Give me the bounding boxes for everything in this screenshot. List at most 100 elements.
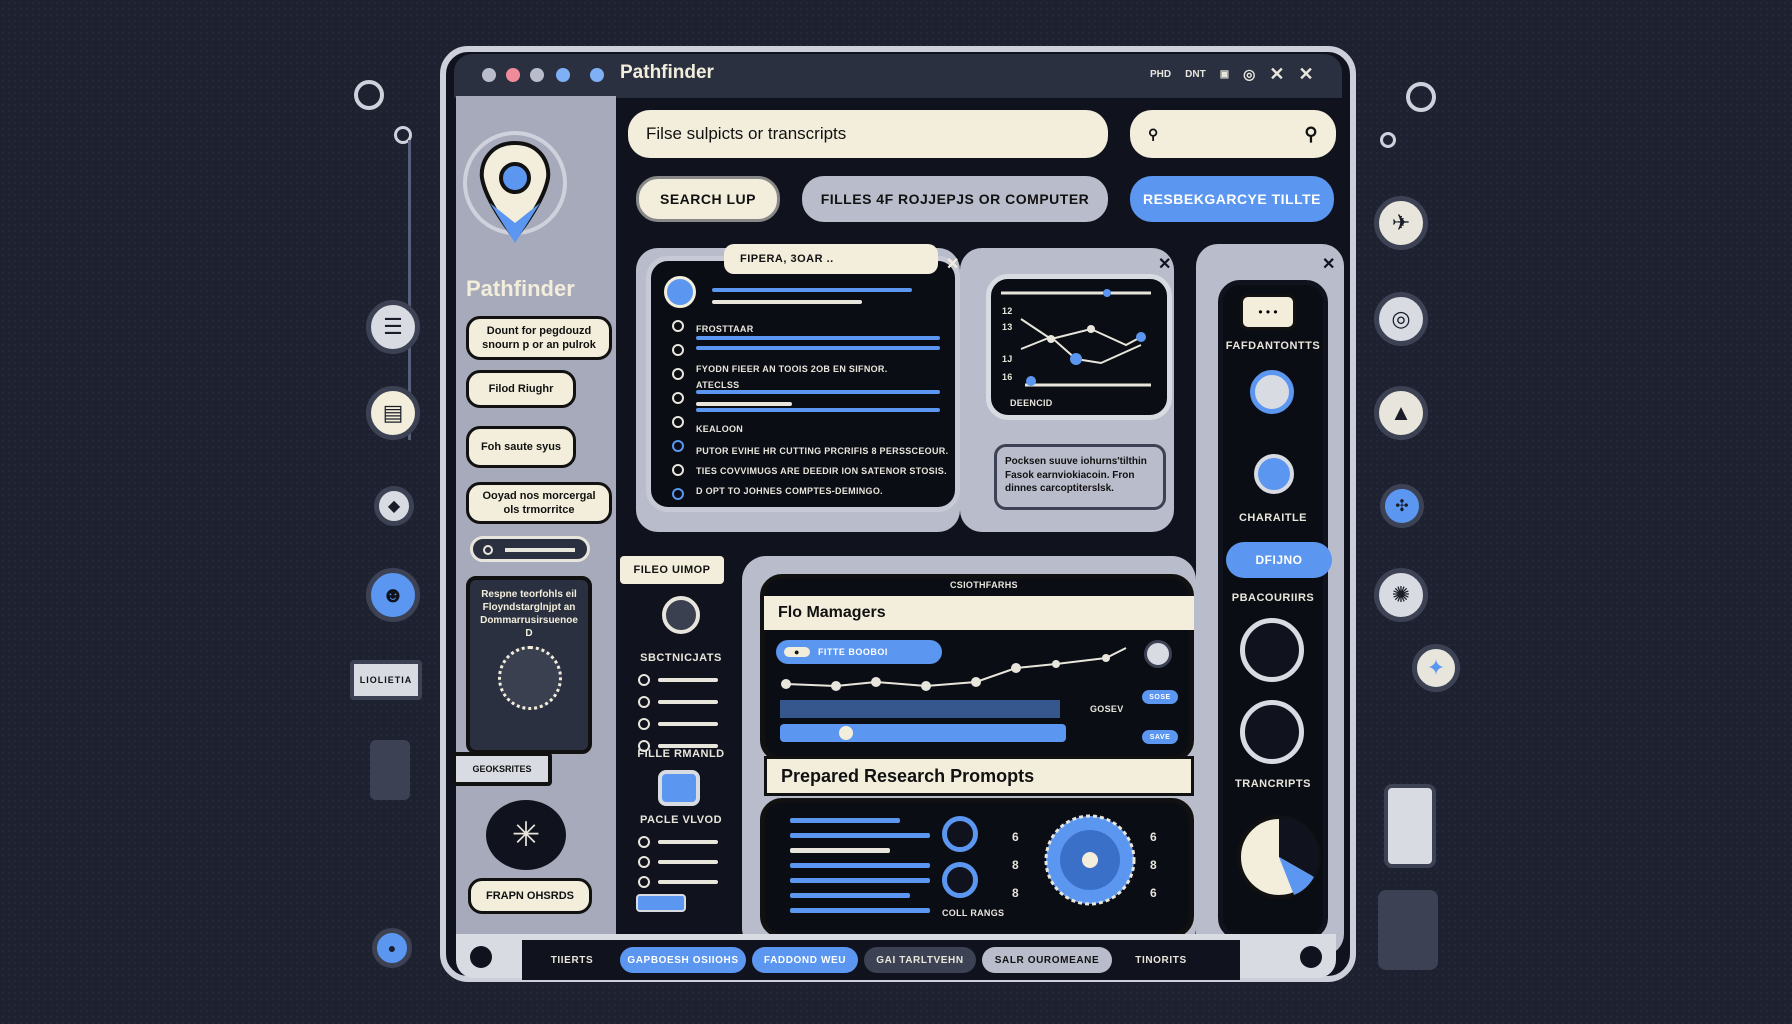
radio-button[interactable] [672, 392, 684, 404]
sidebar-bubble[interactable]: Dount for pegdouzd snourn p or an pulrok [466, 316, 612, 360]
bottom-icon[interactable] [1300, 946, 1322, 968]
sidebar-bubble[interactable]: Filod Riughr [466, 370, 576, 408]
progress-line [712, 288, 912, 292]
tab-item[interactable]: TIIERTS [530, 947, 614, 973]
radio-button[interactable] [638, 876, 650, 888]
titlebar-right: PHD DNT ▣ ◎ ✕ ✕ [1150, 64, 1314, 85]
tab-item[interactable]: GAPBOESH OSIIOHS [620, 947, 746, 973]
badge-label: LIOLIETIA [359, 675, 413, 685]
user-avatar-icon [664, 276, 696, 308]
tab-item[interactable]: TINORITS [1118, 947, 1204, 973]
gauge-tick: 6 [1150, 886, 1157, 900]
location-pin-icon [460, 128, 570, 258]
user-icon[interactable]: ☻ [366, 568, 420, 622]
send-icon[interactable] [658, 770, 700, 806]
note-card: Pocksen suuve iohurns'tilthin Fasok earn… [994, 444, 1166, 510]
tab-item[interactable]: GAI TARLTVEHN [864, 947, 976, 973]
network-icon: ✳ [486, 800, 566, 870]
progress-line [696, 390, 940, 394]
molecule-icon[interactable]: ✣ [1380, 484, 1424, 528]
text-line [696, 402, 792, 406]
radio-button[interactable] [672, 320, 684, 332]
note-text: Pocksen suuve iohurns'tilthin Fasok earn… [1005, 456, 1147, 494]
chart-tick: 1J [1002, 354, 1013, 364]
close-icon[interactable]: ✕ [946, 254, 959, 274]
radio-button[interactable] [672, 440, 684, 452]
diamond-icon[interactable]: ◆ [374, 486, 414, 526]
search-icon[interactable]: ◎ [1374, 292, 1428, 346]
sidebar-bubble[interactable]: Foh saute syus [466, 426, 576, 468]
radio-list [638, 674, 718, 752]
radio-button[interactable] [638, 856, 650, 868]
radio-button[interactable] [672, 464, 684, 476]
window-title: Pathfinder [620, 62, 714, 83]
square-icon [1240, 700, 1304, 764]
pie-icon [1234, 812, 1324, 902]
hat-icon[interactable]: ▲ [1374, 386, 1428, 440]
fm-side-button[interactable]: SAVE [1142, 730, 1178, 744]
toggle[interactable] [636, 894, 686, 912]
prompt-bars [790, 818, 930, 913]
compass-icon[interactable]: ✈ [1374, 196, 1428, 250]
person-icon [1240, 618, 1304, 682]
avatar [498, 646, 562, 710]
tab-item[interactable]: FADDOND WEU [752, 947, 858, 973]
files-button[interactable]: FILLES 4F ROJJEPJS OR COMPUTER [802, 176, 1108, 222]
define-button[interactable]: DFIJNO [1226, 542, 1332, 578]
window-dot[interactable] [530, 68, 544, 82]
close-icon[interactable]: ✕ [1322, 254, 1335, 274]
avatar [662, 596, 700, 634]
knob-icon[interactable] [942, 862, 978, 898]
search-field[interactable]: ⚲ ⚲ [1130, 110, 1336, 158]
knob-icon[interactable] [942, 816, 978, 852]
close-icon[interactable]: ✕ [1269, 64, 1284, 85]
radio-button[interactable] [638, 696, 650, 708]
bottom-icon[interactable] [470, 946, 492, 968]
document-icon[interactable]: ▤ [366, 386, 420, 440]
star-icon[interactable]: ✦ [1412, 644, 1460, 692]
fm-coin-icon[interactable] [1144, 640, 1172, 668]
gauge-tick: 6 [1150, 830, 1157, 844]
search-icon[interactable]: ⚲ [1304, 124, 1318, 145]
window-dot[interactable] [506, 68, 520, 82]
result-row: PUTOR EVIHE HR CUTTING PRCRIFIS 8 PERSSC… [696, 446, 949, 456]
window-dot[interactable] [482, 68, 496, 82]
right-label: TRANCRIPTS [1235, 778, 1311, 790]
progress-line [696, 408, 940, 412]
window-icon[interactable]: ▣ [1220, 69, 1229, 80]
tab-item[interactable]: SALR OUROMEANE [982, 947, 1112, 973]
section-header: FILEO UIMOP [620, 556, 724, 584]
slider-control[interactable] [470, 536, 590, 562]
radio-button[interactable] [672, 368, 684, 380]
radio-button[interactable] [638, 836, 650, 848]
prompts-title-bar: Prepared Research Promopts [764, 756, 1194, 796]
close-icon[interactable]: ✕ [1158, 254, 1171, 274]
close-icon[interactable]: ✕ [1298, 64, 1313, 85]
badge: LIOLIETIA [350, 660, 422, 700]
settings-icon[interactable]: ✺ [1374, 568, 1428, 622]
chat-icon[interactable]: • • • [1240, 294, 1296, 330]
sidebar-bubble[interactable]: Ooyad nos morcergal ols trmorritce [466, 482, 612, 524]
fm-side-button[interactable]: SOSE [1142, 690, 1178, 704]
gear-icon [370, 740, 410, 800]
ring-icon [1380, 132, 1396, 148]
menu-icon[interactable]: ☰ [366, 300, 420, 354]
search-input[interactable]: Filse sulpicts or transcripts [628, 110, 1108, 158]
radio-button[interactable] [638, 718, 650, 730]
radio-button[interactable] [672, 344, 684, 356]
window-dot[interactable] [590, 68, 604, 82]
result-row: D OPT TO JOHNES COMPTES-DEMINGO. [696, 486, 883, 496]
sidebar-bottom-label[interactable]: FRAPN OHSRDS [468, 878, 592, 914]
radio-button[interactable] [638, 674, 650, 686]
ring-icon [354, 80, 384, 110]
search-button[interactable]: SEARCH LUP [636, 176, 780, 222]
right-label: FAFDANTONTTS [1225, 340, 1321, 352]
radio-button[interactable] [672, 416, 684, 428]
research-button[interactable]: RESBEKGARCYE TILLTE [1130, 176, 1334, 222]
toggle-icon[interactable]: ● [372, 928, 412, 968]
radio-button[interactable] [672, 488, 684, 500]
panel-tab[interactable]: FIPERA, 3OAR .. [724, 244, 938, 274]
window-dot[interactable] [556, 68, 570, 82]
target-icon[interactable]: ◎ [1243, 66, 1255, 83]
gauge-tick: 8 [1012, 858, 1019, 872]
